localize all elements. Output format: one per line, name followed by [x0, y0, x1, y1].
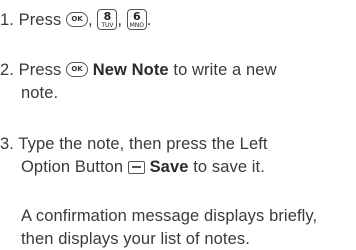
step-2-rest: to write a new	[173, 61, 277, 79]
left-soft-key-icon	[127, 161, 145, 175]
step-3-line-2: Option Button Save to save it.	[21, 156, 265, 178]
step-2-line-1: 2. Press OK New Note to write a new	[0, 59, 277, 81]
step-3-text: Type the note, then press the Left	[18, 135, 268, 153]
step-3-save-text: to save it.	[193, 158, 265, 176]
step-3-option-text: Option Button	[21, 158, 124, 176]
step-1-press-text: Press	[18, 11, 62, 29]
step-3-line-1: 3. Type the note, then press the Left	[0, 133, 268, 155]
step-1-number: 1.	[0, 11, 14, 29]
new-note-label: New Note	[92, 61, 169, 79]
note-line-1: A confirmation message displays briefly,	[21, 207, 318, 225]
ok-key-icon: OK	[66, 62, 89, 78]
step-2-press-text: Press	[18, 61, 62, 79]
step-3-number: 3.	[0, 135, 14, 153]
key-6-icon: 6 MNO	[126, 9, 147, 31]
step-2-number: 2.	[0, 61, 14, 79]
step-2-line-2: note.	[21, 84, 59, 102]
ok-key-icon: OK	[66, 12, 89, 28]
step-1: 1. Press OK, 8 TUV , 6 MNO .	[0, 9, 152, 31]
key-8-icon: 8 TUV	[97, 9, 118, 31]
note-line-2: then displays your list of notes.	[21, 230, 250, 248]
save-label: Save	[149, 158, 189, 176]
